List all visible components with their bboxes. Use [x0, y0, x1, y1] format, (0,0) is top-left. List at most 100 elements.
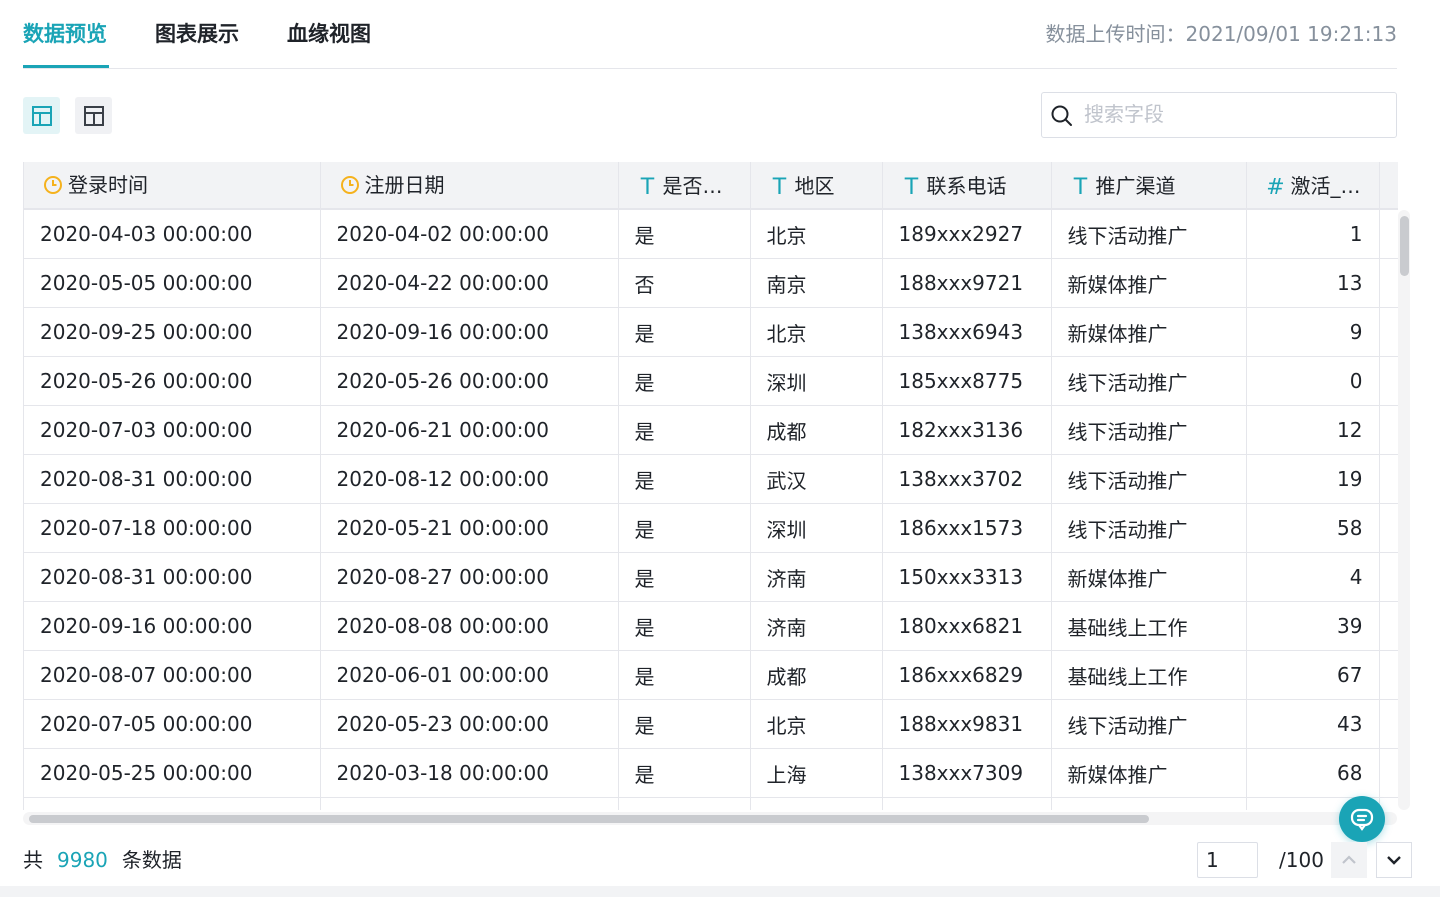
- table-cell: 南京: [750, 258, 883, 308]
- table-cell: 是: [618, 356, 751, 406]
- table-header-row: 登录时间 注册日期 T 是否… T 地区 T 联系电话 T 推广渠道 # 激活_…: [24, 162, 1398, 210]
- tab-data-preview[interactable]: 数据预览: [23, 19, 107, 49]
- column-header-is-flag[interactable]: T 是否…: [618, 162, 751, 210]
- table-cell: 2020-04-22 00:00:00: [320, 258, 619, 308]
- table-row[interactable]: 2020-09-25 00:00:00 2020-09-16 00:00:00 是北…: [24, 307, 1398, 357]
- table-cell-overflow: [1379, 601, 1398, 651]
- table-row[interactable]: 2020-04-03 00:00:00 2020-04-02 00:00:00 是北…: [24, 209, 1398, 259]
- table-cell-overflow: [1379, 748, 1398, 798]
- table-cell: 68: [1246, 748, 1380, 798]
- table-cell: 成都: [750, 405, 883, 455]
- table-row[interactable]: 2020-07-05 00:00:00 2020-05-23 00:00:00 是北…: [24, 699, 1398, 749]
- table-row[interactable]: 2020-08-31 00:00:00 2020-08-12 00:00:00 是武…: [24, 454, 1398, 504]
- table-cell: [1051, 797, 1247, 810]
- table-cell: 2020-09-16 00:00:00: [24, 601, 321, 651]
- table-cell: 新媒体推广: [1051, 258, 1247, 308]
- column-header-region[interactable]: T 地区: [750, 162, 883, 210]
- table-cell: 北京: [750, 209, 883, 259]
- tab-chart-display[interactable]: 图表展示: [155, 19, 239, 49]
- vertical-scrollbar-thumb[interactable]: [1400, 216, 1409, 276]
- card-view-button[interactable]: [75, 97, 112, 134]
- table-row[interactable]: [24, 797, 1398, 810]
- search-icon: [1051, 105, 1072, 126]
- tab-bar: 数据预览 图表展示 血缘视图 数据上传时间：2021/09/01 19:21:1…: [23, 0, 1397, 69]
- column-header-activation[interactable]: # 激活_…: [1246, 162, 1380, 210]
- table-row[interactable]: 2020-09-16 00:00:00 2020-08-08 00:00:00 是济…: [24, 601, 1398, 651]
- table-cell: 12: [1246, 405, 1380, 455]
- table-cell: 2020-06-01 00:00:00: [320, 650, 619, 700]
- text-type-icon: T: [1073, 175, 1088, 200]
- column-header-overflow: [1379, 162, 1398, 210]
- table-cell: 2020-09-25 00:00:00: [24, 307, 321, 357]
- prev-page-button[interactable]: [1331, 842, 1367, 878]
- search-input[interactable]: [1084, 99, 1384, 129]
- table-cell: 线下活动推广: [1051, 209, 1247, 259]
- table-cell: 19: [1246, 454, 1380, 504]
- tab-lineage-view[interactable]: 血缘视图: [287, 19, 371, 49]
- table-cell-overflow: [1379, 650, 1398, 700]
- table-cell: 线下活动推广: [1051, 405, 1247, 455]
- customer-service-button[interactable]: [1339, 796, 1385, 842]
- table-cell: 2020-03-18 00:00:00: [320, 748, 619, 798]
- table-cell-overflow: [1379, 209, 1398, 259]
- table-cell: 185xxx8775: [882, 356, 1052, 406]
- table-row[interactable]: 2020-08-07 00:00:00 2020-06-01 00:00:00 是成…: [24, 650, 1398, 700]
- table-row[interactable]: 2020-08-31 00:00:00 2020-08-27 00:00:00 是济…: [24, 552, 1398, 602]
- upload-time-text: 数据上传时间：2021/09/01 19:21:13: [1045, 22, 1397, 46]
- table-cell: 济南: [750, 601, 883, 651]
- table-cell: 180xxx6821: [882, 601, 1052, 651]
- table-cell: [320, 797, 619, 810]
- table-cell: 2020-05-05 00:00:00: [24, 258, 321, 308]
- table-cell: 2020-08-31 00:00:00: [24, 454, 321, 504]
- data-table-container: 登录时间 注册日期 T 是否… T 地区 T 联系电话 T 推广渠道 # 激活_… 202…: [23, 162, 1398, 810]
- table-cell: 是: [618, 454, 751, 504]
- table-cell: [618, 797, 751, 810]
- table-cell: 186xxx6829: [882, 650, 1052, 700]
- table-cell: 是: [618, 552, 751, 602]
- table-cell: 武汉: [750, 454, 883, 504]
- column-header-channel[interactable]: T 推广渠道: [1051, 162, 1247, 210]
- table-cell: 138xxx6943: [882, 307, 1052, 357]
- table-row[interactable]: 2020-05-26 00:00:00 2020-05-26 00:00:00 是深…: [24, 356, 1398, 406]
- table-cell: 2020-05-26 00:00:00: [24, 356, 321, 406]
- table-cell: 新媒体推广: [1051, 748, 1247, 798]
- page-number-input[interactable]: [1197, 842, 1258, 878]
- table-row[interactable]: 2020-05-05 00:00:00 2020-04-22 00:00:00 否南…: [24, 258, 1398, 308]
- data-table: 登录时间 注册日期 T 是否… T 地区 T 联系电话 T 推广渠道 # 激活_… 202…: [24, 162, 1398, 810]
- table-cell: 新媒体推广: [1051, 552, 1247, 602]
- table-cell: 深圳: [750, 503, 883, 553]
- vertical-scrollbar-track[interactable]: [1398, 210, 1410, 810]
- table-cell: 线下活动推广: [1051, 699, 1247, 749]
- table-cell: 成都: [750, 650, 883, 700]
- column-header-login-time[interactable]: 登录时间: [24, 162, 321, 210]
- table-cell-overflow: [1379, 405, 1398, 455]
- table-cell: 2020-05-26 00:00:00: [320, 356, 619, 406]
- text-type-icon: T: [904, 175, 919, 200]
- table-cell: 189xxx2927: [882, 209, 1052, 259]
- table-row[interactable]: 2020-07-03 00:00:00 2020-06-21 00:00:00 是成…: [24, 405, 1398, 455]
- table-cell: 2020-05-21 00:00:00: [320, 503, 619, 553]
- table-row[interactable]: 2020-07-18 00:00:00 2020-05-21 00:00:00 是深…: [24, 503, 1398, 553]
- table-cell: 0: [1246, 356, 1380, 406]
- table-cell: 北京: [750, 307, 883, 357]
- column-header-register-date[interactable]: 注册日期: [320, 162, 619, 210]
- table-cell: 是: [618, 748, 751, 798]
- next-page-button[interactable]: [1376, 842, 1412, 878]
- table-cell: 基础线上工作: [1051, 601, 1247, 651]
- table-cell: 2020-08-31 00:00:00: [24, 552, 321, 602]
- active-tab-indicator: [23, 65, 109, 68]
- column-header-phone[interactable]: T 联系电话: [882, 162, 1052, 210]
- table-cell-overflow: [1379, 307, 1398, 357]
- table-cell: 2020-08-27 00:00:00: [320, 552, 619, 602]
- table-cell: 2020-04-02 00:00:00: [320, 209, 619, 259]
- horizontal-scrollbar-thumb[interactable]: [29, 815, 1149, 823]
- table-cell: 北京: [750, 699, 883, 749]
- table-row[interactable]: 2020-05-25 00:00:00 2020-03-18 00:00:00 是上…: [24, 748, 1398, 798]
- page-total: /100: [1279, 848, 1324, 872]
- table-view-button[interactable]: [23, 97, 60, 134]
- table-cell: 是: [618, 601, 751, 651]
- panel-layout-icon: [83, 105, 104, 126]
- number-type-icon: #: [1266, 175, 1285, 200]
- table-cell: 138xxx3702: [882, 454, 1052, 504]
- chevron-up-icon: [1342, 855, 1356, 864]
